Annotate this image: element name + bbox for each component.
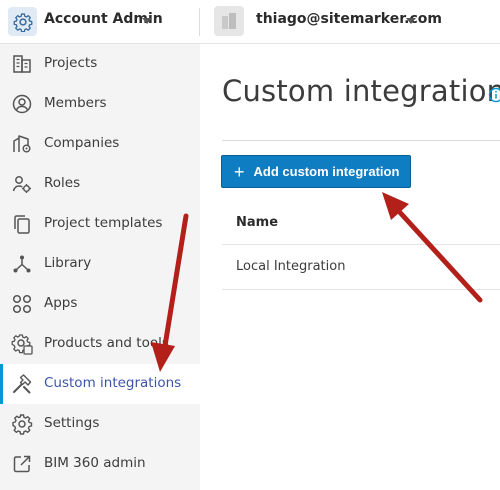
- title-divider: [222, 140, 500, 141]
- add-custom-integration-button[interactable]: + Add custom integration: [221, 155, 411, 188]
- sidebar-item-label: Apps: [44, 295, 78, 311]
- sidebar-item-label: Library: [44, 255, 92, 271]
- sidebar-item-label: Companies: [44, 135, 120, 151]
- sidebar: Projects Members Companies Roles Project…: [0, 44, 255, 490]
- company-icon: [13, 135, 31, 153]
- sidebar-item-label: Products and tools: [44, 335, 169, 351]
- sidebar-item-project-templates[interactable]: Project templates: [0, 204, 200, 244]
- page-title: Custom integrations: [222, 74, 500, 108]
- external-link-icon: [13, 455, 31, 473]
- add-button-label: Add custom integration: [253, 164, 400, 179]
- top-bar: Account Admin thiago@sitemarker.com: [0, 0, 500, 44]
- sidebar-item-label: Projects: [44, 55, 98, 71]
- info-icon[interactable]: [488, 87, 500, 103]
- gear-badge-icon: [11, 334, 33, 355]
- building-icon: [13, 55, 31, 73]
- tools-icon: [13, 374, 32, 394]
- sidebar-item-label: Members: [44, 95, 107, 111]
- sidebar-item-members[interactable]: Members: [0, 84, 200, 124]
- user-circle-icon: [12, 94, 32, 114]
- sidebar-item-label: Custom integrations: [44, 375, 182, 391]
- integration-name-cell[interactable]: Local Integration: [236, 259, 345, 274]
- header-divider: [199, 8, 200, 36]
- sidebar-item-settings[interactable]: Settings: [0, 404, 200, 444]
- gear-icon[interactable]: [8, 7, 37, 36]
- sidebar-item-bim-360-admin[interactable]: BIM 360 admin: [0, 444, 200, 484]
- table-row[interactable]: Local Integration: [222, 246, 500, 290]
- chevron-down-icon[interactable]: [406, 18, 416, 24]
- table-header: Name: [222, 204, 500, 245]
- column-header-name[interactable]: Name: [236, 215, 278, 230]
- sidebar-item-label: Project templates: [44, 215, 163, 231]
- sidebar-item-library[interactable]: Library: [0, 244, 200, 284]
- sidebar-item-products-and-tools[interactable]: Products and tools: [0, 324, 200, 364]
- sidebar-item-label: BIM 360 admin: [44, 455, 146, 471]
- copy-icon: [14, 215, 30, 234]
- sidebar-item-label: Settings: [44, 415, 100, 431]
- sidebar-item-projects[interactable]: Projects: [0, 44, 200, 84]
- person-gear-icon: [12, 176, 31, 193]
- gear-icon: [12, 414, 33, 435]
- library-icon: [13, 255, 31, 273]
- building-icon[interactable]: [214, 6, 244, 36]
- chevron-down-icon[interactable]: [142, 18, 152, 24]
- apps-grid-icon: [12, 294, 32, 314]
- sidebar-item-apps[interactable]: Apps: [0, 284, 200, 324]
- sidebar-item-label: Roles: [44, 175, 81, 191]
- sidebar-item-roles[interactable]: Roles: [0, 164, 200, 204]
- sidebar-item-custom-integrations[interactable]: Custom integrations: [0, 364, 255, 404]
- sidebar-item-companies[interactable]: Companies: [0, 124, 200, 164]
- plus-icon: +: [234, 161, 245, 182]
